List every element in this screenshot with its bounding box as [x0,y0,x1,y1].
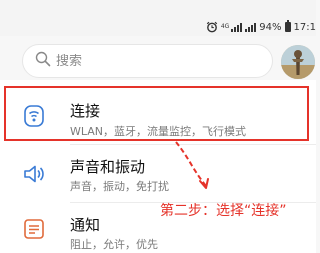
search-input[interactable] [56,53,236,69]
settings-item-subtitle: 阻止，允许，优先 [70,238,158,251]
settings-item-title: 声音和振动 [70,158,146,176]
alarm-icon [206,21,218,33]
tutorial-annotation: 第二步：选择“连接” [160,203,287,219]
status-icons: 4G 94% 17:1 [206,20,316,34]
signal-icon [231,22,243,32]
settings-item-subtitle: 声音，振动，免打扰 [70,180,169,193]
settings-item-title: 通知 [70,216,101,234]
signal-icon-2 [245,22,257,32]
wifi-icon [21,103,47,129]
speaker-icon [21,161,47,187]
battery-percent: 94% [259,21,282,33]
status-bar: 4G 94% 17:1 [0,0,316,36]
avatar[interactable] [281,45,315,79]
arrow-icon [170,138,220,198]
settings-list: 连接 WLAN，蓝牙，流量监控，飞行模式 声音和振动 声音，振动，免打扰 通知 … [0,80,316,253]
settings-item-title: 连接 [70,102,101,120]
search-bar[interactable] [22,44,273,78]
search-icon [35,51,51,71]
settings-item-sound[interactable]: 声音和振动 声音，振动，免打扰 [0,146,316,202]
settings-item-connections[interactable]: 连接 WLAN，蓝牙，流量监控，飞行模式 [0,88,316,144]
settings-item-subtitle: WLAN，蓝牙，流量监控，飞行模式 [70,125,247,138]
battery-icon [284,20,291,32]
network-type-label: 4G [220,23,230,30]
notification-icon [21,216,47,242]
clock: 17:1 [293,21,316,33]
